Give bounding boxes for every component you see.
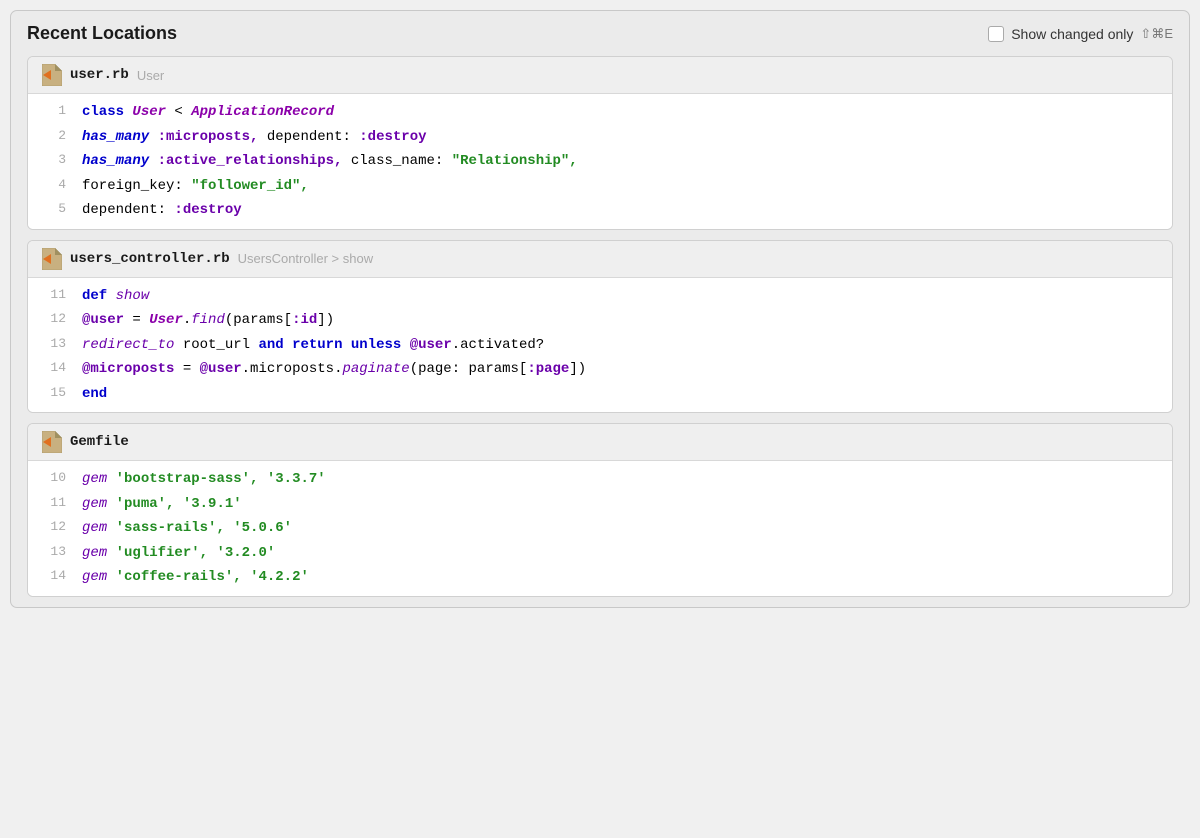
- line-num: 13: [38, 333, 66, 358]
- section-gemfile: Gemfile 10 gem 'bootstrap-sass', '3.3.7'…: [27, 423, 1173, 597]
- section-header-user-rb: user.rb User: [28, 57, 1172, 94]
- main-container: Recent Locations Show changed only ⇧⌘E: [0, 0, 1200, 618]
- filename-user-rb: user.rb: [70, 67, 129, 83]
- section-header-users-controller-rb: users_controller.rb UsersController > sh…: [28, 241, 1172, 278]
- line-num: 14: [38, 565, 66, 590]
- line-num: 12: [38, 516, 66, 541]
- code-line: 15 end: [28, 382, 1172, 407]
- code-line: 13 redirect_to root_url and return unles…: [28, 333, 1172, 358]
- code-line: 11 gem 'puma', '3.9.1': [28, 492, 1172, 517]
- code-block-users-controller-rb: 11 def show 12 @user = User.find(params[…: [28, 278, 1172, 413]
- file-icon-users-controller-rb: [42, 248, 62, 270]
- line-num: 13: [38, 541, 66, 566]
- code-block-user-rb: 1 class User < ApplicationRecord 2 has_m…: [28, 94, 1172, 229]
- code-content: foreign_key: "follower_id",: [82, 174, 309, 199]
- line-num: 3: [38, 149, 66, 174]
- section-header-gemfile: Gemfile: [28, 424, 1172, 461]
- code-content: gem 'uglifier', '3.2.0': [82, 541, 275, 566]
- code-line: 3 has_many :active_relationships, class_…: [28, 149, 1172, 174]
- line-num: 11: [38, 492, 66, 517]
- code-content: dependent: :destroy: [82, 198, 242, 223]
- code-content: redirect_to root_url and return unless @…: [82, 333, 544, 358]
- code-line: 13 gem 'uglifier', '3.2.0': [28, 541, 1172, 566]
- code-content: gem 'puma', '3.9.1': [82, 492, 242, 517]
- code-line: 1 class User < ApplicationRecord: [28, 100, 1172, 125]
- code-line: 10 gem 'bootstrap-sass', '3.3.7': [28, 467, 1172, 492]
- show-changed-label: Show changed only: [1011, 26, 1133, 42]
- section-users-controller-rb: users_controller.rb UsersController > sh…: [27, 240, 1173, 414]
- code-line: 11 def show: [28, 284, 1172, 309]
- code-line: 14 @microposts = @user.microposts.pagina…: [28, 357, 1172, 382]
- code-content: @microposts = @user.microposts.paginate(…: [82, 357, 586, 382]
- recent-locations-panel: Recent Locations Show changed only ⇧⌘E: [10, 10, 1190, 608]
- code-line: 12 @user = User.find(params[:id]): [28, 308, 1172, 333]
- code-line: 2 has_many :microposts, dependent: :dest…: [28, 125, 1172, 150]
- code-line: 14 gem 'coffee-rails', '4.2.2': [28, 565, 1172, 590]
- section-user-rb: user.rb User 1 class User < ApplicationR…: [27, 56, 1173, 230]
- line-num: 12: [38, 308, 66, 333]
- show-changed-control[interactable]: Show changed only ⇧⌘E: [988, 26, 1173, 42]
- line-num: 11: [38, 284, 66, 309]
- file-icon-gemfile: [42, 431, 62, 453]
- line-num: 14: [38, 357, 66, 382]
- show-changed-shortcut: ⇧⌘E: [1140, 26, 1173, 42]
- code-content: def show: [82, 284, 149, 309]
- code-block-gemfile: 10 gem 'bootstrap-sass', '3.3.7' 11 gem …: [28, 461, 1172, 596]
- code-line: 12 gem 'sass-rails', '5.0.6': [28, 516, 1172, 541]
- code-line: 4 foreign_key: "follower_id",: [28, 174, 1172, 199]
- code-content: gem 'sass-rails', '5.0.6': [82, 516, 292, 541]
- breadcrumb-user-rb: User: [137, 68, 164, 83]
- show-changed-checkbox[interactable]: [988, 26, 1004, 42]
- filename-gemfile: Gemfile: [70, 434, 129, 450]
- panel-header: Recent Locations Show changed only ⇧⌘E: [27, 23, 1173, 44]
- line-num: 4: [38, 174, 66, 199]
- breadcrumb-users-controller-rb: UsersController > show: [238, 251, 373, 266]
- code-content: end: [82, 382, 107, 407]
- code-content: class User < ApplicationRecord: [82, 100, 334, 125]
- line-num: 5: [38, 198, 66, 223]
- code-content: has_many :microposts, dependent: :destro…: [82, 125, 427, 150]
- code-content: @user = User.find(params[:id]): [82, 308, 334, 333]
- code-content: gem 'coffee-rails', '4.2.2': [82, 565, 309, 590]
- line-num: 10: [38, 467, 66, 492]
- filename-users-controller-rb: users_controller.rb: [70, 251, 230, 267]
- line-num: 1: [38, 100, 66, 125]
- line-num: 15: [38, 382, 66, 407]
- panel-title: Recent Locations: [27, 23, 177, 44]
- code-content: has_many :active_relationships, class_na…: [82, 149, 578, 174]
- code-content: gem 'bootstrap-sass', '3.3.7': [82, 467, 326, 492]
- file-icon-user-rb: [42, 64, 62, 86]
- code-line: 5 dependent: :destroy: [28, 198, 1172, 223]
- line-num: 2: [38, 125, 66, 150]
